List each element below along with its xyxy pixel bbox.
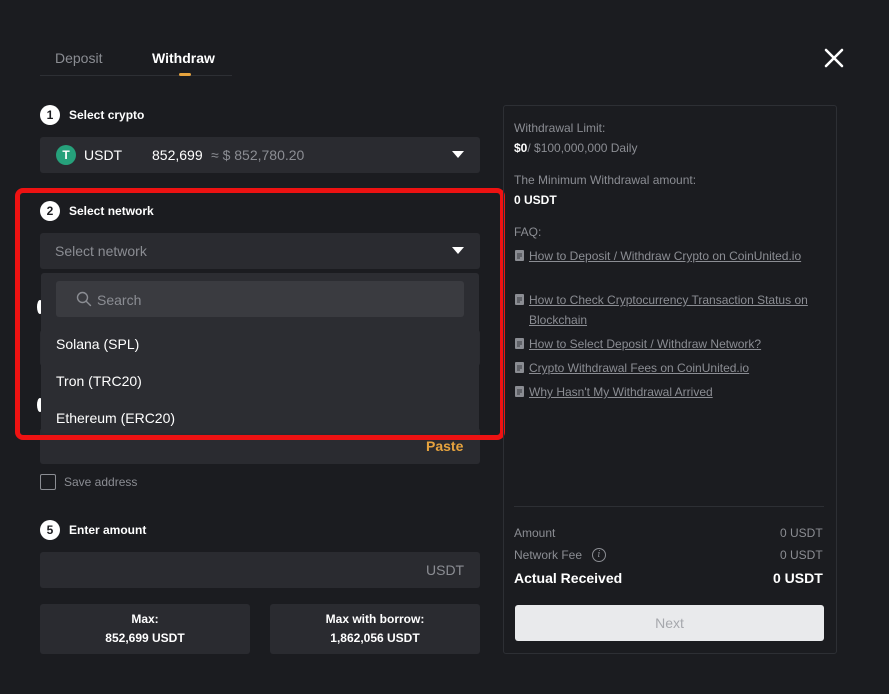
step-1-badge: 1: [40, 105, 60, 125]
max-borrow-label: Max with borrow:: [325, 612, 425, 626]
limit-used: $0: [514, 141, 528, 155]
min-withdrawal-label: The Minimum Withdrawal amount:: [514, 173, 697, 187]
step-5-label: Enter amount: [69, 523, 147, 537]
crypto-balance: 852,699: [152, 147, 203, 163]
network-fee-label: Network Fee: [514, 548, 583, 562]
document-icon: [515, 362, 524, 373]
document-icon: [515, 338, 524, 349]
crypto-name: USDT: [84, 147, 123, 163]
actual-received-label: Actual Received: [514, 570, 623, 586]
max-value: 852,699 USDT: [105, 631, 185, 645]
amount-value: 0 USDT: [780, 526, 823, 540]
step-1-label: Select crypto: [69, 108, 145, 122]
max-with-borrow-button[interactable]: Max with borrow: 1,862,056 USDT: [270, 604, 480, 654]
withdrawal-limit-value: $0/ $100,000,000 Daily: [514, 141, 637, 155]
faq-link-withdrawal-arrived[interactable]: Why Hasn't My Withdrawal Arrived: [529, 382, 821, 402]
crypto-usd-value: ≈ $ 852,780.20: [211, 147, 305, 163]
next-button[interactable]: Next: [515, 605, 824, 641]
document-icon: [515, 294, 524, 305]
panel-divider: [514, 506, 824, 507]
max-button[interactable]: Max: 852,699 USDT: [40, 604, 250, 654]
save-address-label: Save address: [64, 475, 138, 489]
faq-link-withdrawal-fees[interactable]: Crypto Withdrawal Fees on CoinUnited.io: [529, 358, 821, 378]
chevron-down-icon[interactable]: [452, 151, 464, 158]
info-icon[interactable]: i: [592, 548, 606, 562]
actual-received-value: 0 USDT: [773, 570, 823, 586]
faq-link-select-network[interactable]: How to Select Deposit / Withdraw Network…: [529, 334, 821, 354]
step-5-badge: 5: [40, 520, 60, 540]
amount-label: Amount: [514, 526, 556, 540]
tab-deposit[interactable]: Deposit: [55, 50, 102, 66]
save-address-checkbox[interactable]: [40, 474, 56, 490]
min-withdrawal-value: 0 USDT: [514, 193, 557, 207]
withdrawal-limit-label: Withdrawal Limit:: [514, 121, 606, 135]
document-icon: [515, 250, 524, 261]
faq-link-transaction-status[interactable]: How to Check Cryptocurrency Transaction …: [529, 290, 821, 330]
faq-label: FAQ:: [514, 225, 542, 239]
faq-link-deposit-withdraw[interactable]: How to Deposit / Withdraw Crypto on Coin…: [529, 246, 821, 266]
tab-withdraw[interactable]: Withdraw: [152, 50, 215, 66]
tether-icon: T: [56, 145, 76, 165]
limit-total: / $100,000,000 Daily: [527, 141, 638, 155]
document-icon: [515, 386, 524, 397]
amount-unit: USDT: [426, 562, 465, 578]
max-label: Max:: [131, 612, 159, 626]
active-tab-indicator: [179, 73, 191, 76]
highlight-annotation: [15, 188, 505, 440]
tab-divider: [40, 75, 232, 76]
network-fee-value: 0 USDT: [780, 548, 823, 562]
close-icon[interactable]: [822, 46, 846, 70]
amount-input[interactable]: [40, 552, 480, 588]
paste-button[interactable]: Paste: [426, 438, 463, 454]
max-borrow-value: 1,862,056 USDT: [330, 631, 420, 645]
